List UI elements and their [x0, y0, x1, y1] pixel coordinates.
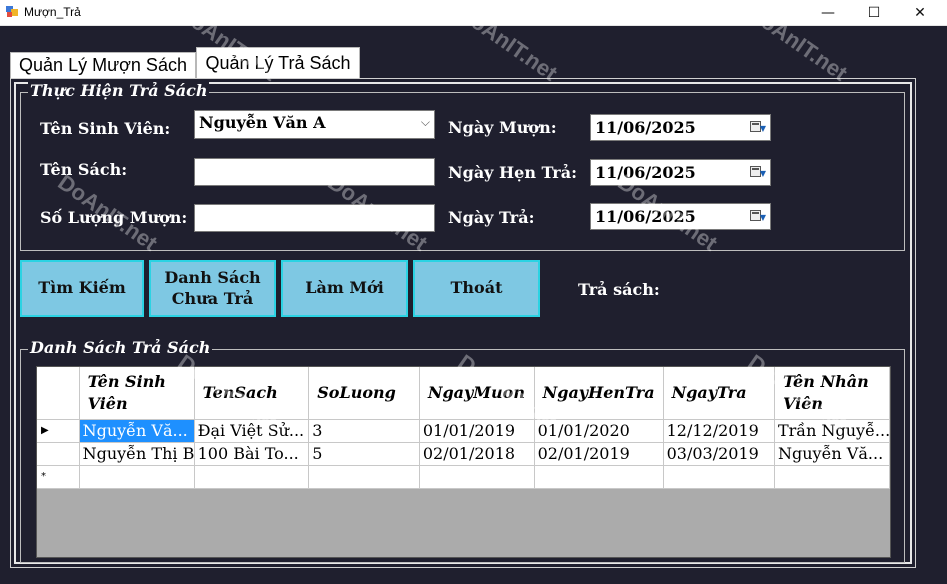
student-name-value: Nguyễn Văn A — [199, 113, 326, 132]
window-titlebar: Mượn_Trả — ☐ ✕ — [0, 0, 947, 26]
student-name-combobox[interactable]: Nguyễn Văn A ⌵ — [194, 110, 435, 139]
column-header-due-date[interactable]: NgayHenTra — [534, 367, 664, 420]
borrow-date-value: 11/06/2025 — [595, 118, 696, 137]
tab-return[interactable]: Quản Lý Trả Sách — [196, 47, 360, 79]
table-cell[interactable]: 02/01/2019 — [534, 442, 664, 466]
table-row[interactable]: Nguyễn Thị B 100 Bài To... 5 02/01/2018 … — [37, 442, 890, 466]
due-date-value: 11/06/2025 — [595, 163, 696, 182]
table-cell[interactable] — [79, 465, 195, 489]
table-cell[interactable]: 01/01/2020 — [534, 419, 664, 443]
table-cell[interactable]: Đại Việt Sử... — [194, 419, 310, 443]
table-cell[interactable]: 3 — [308, 419, 420, 443]
table-cell[interactable] — [774, 465, 890, 489]
new-table-row[interactable]: * — [37, 465, 890, 489]
calendar-dropdown-icon[interactable]: ▼ — [750, 121, 766, 134]
table-cell[interactable]: 5 — [308, 442, 420, 466]
borrow-quantity-label: Số Lượng Mượn: — [40, 208, 188, 227]
new-row-indicator[interactable]: * — [37, 465, 80, 489]
return-date-label: Ngày Trả: — [448, 208, 535, 227]
due-date-label: Ngày Hẹn Trả: — [448, 163, 577, 182]
unreturned-list-line1: Danh Sách — [164, 267, 261, 287]
table-cell[interactable]: Nguyễn Vă... — [79, 419, 195, 443]
grid-corner-header — [37, 367, 80, 420]
return-list-legend: Danh Sách Trả Sách — [28, 338, 213, 357]
table-cell[interactable] — [419, 465, 535, 489]
current-row-indicator[interactable]: ▶ — [37, 419, 80, 443]
table-cell[interactable]: Nguyễn Vă... — [774, 442, 890, 466]
table-cell[interactable]: Trần Nguyễ... — [774, 419, 890, 443]
column-header-borrow-date[interactable]: NgayMuon — [419, 367, 535, 420]
unreturned-list-line2: Chưa Trả — [171, 288, 254, 308]
column-header-quantity[interactable]: SoLuong — [308, 367, 420, 420]
chevron-down-icon[interactable]: ⌵ — [421, 115, 430, 130]
search-button[interactable]: Tìm Kiếm — [20, 260, 144, 317]
column-header-student-name[interactable]: Tên Sinh Viên — [79, 367, 195, 420]
calendar-dropdown-icon[interactable]: ▼ — [750, 210, 766, 223]
return-book-label: Trả sách: — [578, 280, 660, 299]
app-icon — [6, 6, 18, 18]
book-name-label: Tên Sách: — [40, 160, 128, 179]
return-date-value: 11/06/2025 — [595, 207, 696, 226]
borrow-quantity-input[interactable] — [194, 204, 435, 232]
table-cell[interactable] — [534, 465, 664, 489]
refresh-button[interactable]: Làm Mới — [281, 260, 408, 317]
table-cell[interactable]: 01/01/2019 — [419, 419, 535, 443]
maximize-button[interactable]: ☐ — [851, 0, 897, 26]
exit-button[interactable]: Thoát — [413, 260, 540, 317]
table-cell[interactable] — [194, 465, 310, 489]
table-cell[interactable]: 100 Bài To... — [194, 442, 310, 466]
due-date-picker[interactable]: 11/06/2025 ▼ — [590, 159, 771, 186]
close-button[interactable]: ✕ — [897, 0, 943, 26]
column-header-staff-name[interactable]: Tên Nhân Viên — [774, 367, 890, 420]
column-header-book-name[interactable]: TenSach — [194, 367, 310, 420]
table-cell[interactable] — [663, 465, 775, 489]
borrow-date-label: Ngày Mượn: — [448, 118, 557, 137]
table-row[interactable]: ▶ Nguyễn Vă... Đại Việt Sử... 3 01/01/20… — [37, 419, 890, 443]
return-group-legend: Thực Hiện Trả Sách — [28, 81, 210, 100]
return-data-grid[interactable]: Tên Sinh Viên TenSach SoLuong NgayMuon Ng… — [36, 366, 891, 558]
window-title: Mượn_Trả — [24, 5, 81, 19]
column-header-return-date[interactable]: NgayTra — [663, 367, 775, 420]
tab-borrow[interactable]: Quản Lý Mượn Sách — [10, 52, 196, 78]
minimize-button[interactable]: — — [805, 0, 851, 26]
book-name-input[interactable] — [194, 158, 435, 186]
table-cell[interactable]: 03/03/2019 — [663, 442, 775, 466]
borrow-date-picker[interactable]: 11/06/2025 ▼ — [590, 114, 771, 141]
table-cell[interactable]: Nguyễn Thị B — [79, 442, 195, 466]
calendar-dropdown-icon[interactable]: ▼ — [750, 166, 766, 179]
return-date-picker[interactable]: 11/06/2025 ▼ — [590, 203, 771, 230]
table-cell[interactable]: 12/12/2019 — [663, 419, 775, 443]
grid-header-row: Tên Sinh Viên TenSach SoLuong NgayMuon Ng… — [37, 367, 890, 420]
table-cell[interactable] — [308, 465, 420, 489]
row-header[interactable] — [37, 442, 80, 466]
unreturned-list-button[interactable]: Danh Sách Chưa Trả — [149, 260, 276, 317]
student-name-label: Tên Sinh Viên: — [40, 119, 171, 138]
table-cell[interactable]: 02/01/2018 — [419, 442, 535, 466]
